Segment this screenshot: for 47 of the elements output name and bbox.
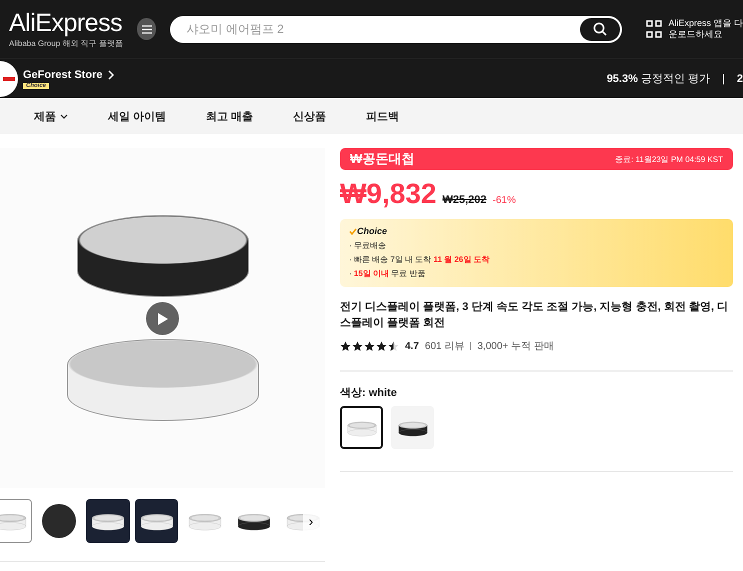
choice-benefit: · 15일 이내 무료 반품	[349, 268, 426, 280]
stat-separator: |	[722, 72, 725, 84]
deal-end-time: 종료: 11월23일 PM 04:59 KST	[615, 154, 723, 164]
nav-tab[interactable]: 신상품	[293, 104, 326, 128]
menu-button[interactable]	[136, 18, 156, 40]
original-price: ₩25,202	[442, 194, 487, 206]
menu-icon	[142, 24, 152, 34]
discount: -61%	[492, 195, 516, 206]
chevron-down-icon	[60, 114, 68, 118]
choice-benefit: · 무료배송	[349, 240, 387, 252]
check-icon	[349, 228, 357, 234]
nav-tab[interactable]: 세일 아이템	[108, 104, 166, 128]
nav-tab[interactable]: 최고 매출	[206, 104, 254, 128]
product-thumbnail[interactable]	[0, 499, 32, 543]
aliexpress-logo[interactable]: AliExpress	[9, 10, 123, 36]
sold-count: 3,000+ 누적 판매	[477, 340, 554, 353]
chevron-right-icon[interactable]	[108, 70, 114, 80]
current-price: ₩9,832	[340, 178, 436, 210]
star-icon	[376, 340, 387, 352]
star-icon	[352, 340, 363, 352]
star-icon	[340, 340, 351, 352]
product-title: 전기 디스플레이 플랫폼, 3 단계 속도 각도 조절 가능, 지능형 충전, 회전 촬영, 디스플레이 플랫폼 회전	[340, 300, 730, 331]
positive-rating: 95.3% 긍정적인 평가	[606, 72, 710, 86]
nav-tab[interactable]: 제품	[34, 104, 68, 128]
product-thumbnail[interactable]	[86, 499, 130, 543]
review-count[interactable]: 601 리뷰	[424, 339, 464, 353]
rating-value: 4.7	[405, 340, 419, 352]
play-button[interactable]	[146, 302, 179, 335]
color-label: 색상: white	[340, 386, 398, 400]
deal-title: ₩꽁돈대첩	[350, 150, 414, 168]
product-thumbnail[interactable]	[134, 499, 178, 543]
store-stat: 2	[736, 72, 743, 84]
choice-label: Choice	[357, 226, 388, 236]
app-download-text[interactable]: AliExpress 앱을 다 운로드하세요	[668, 18, 743, 40]
star-icon	[388, 340, 399, 352]
star-icon	[364, 340, 375, 352]
store-logo[interactable]	[0, 60, 18, 96]
search-icon	[593, 22, 608, 36]
nav-tab[interactable]: 피드백	[366, 104, 400, 128]
qr-code-icon	[646, 20, 662, 38]
search-field[interactable]: 샤오미 에어펌프 2	[170, 16, 622, 42]
logo-tagline: Alibaba Group 해외 직구 플랫폼	[9, 38, 123, 48]
store-name[interactable]: GeForest Store	[23, 68, 102, 80]
play-icon	[156, 312, 168, 326]
choice-benefit: · 빠른 배송 7일 내 도착 11 월 26일 도착	[349, 254, 490, 266]
color-swatch[interactable]	[391, 406, 434, 449]
color-swatch[interactable]	[340, 406, 383, 449]
